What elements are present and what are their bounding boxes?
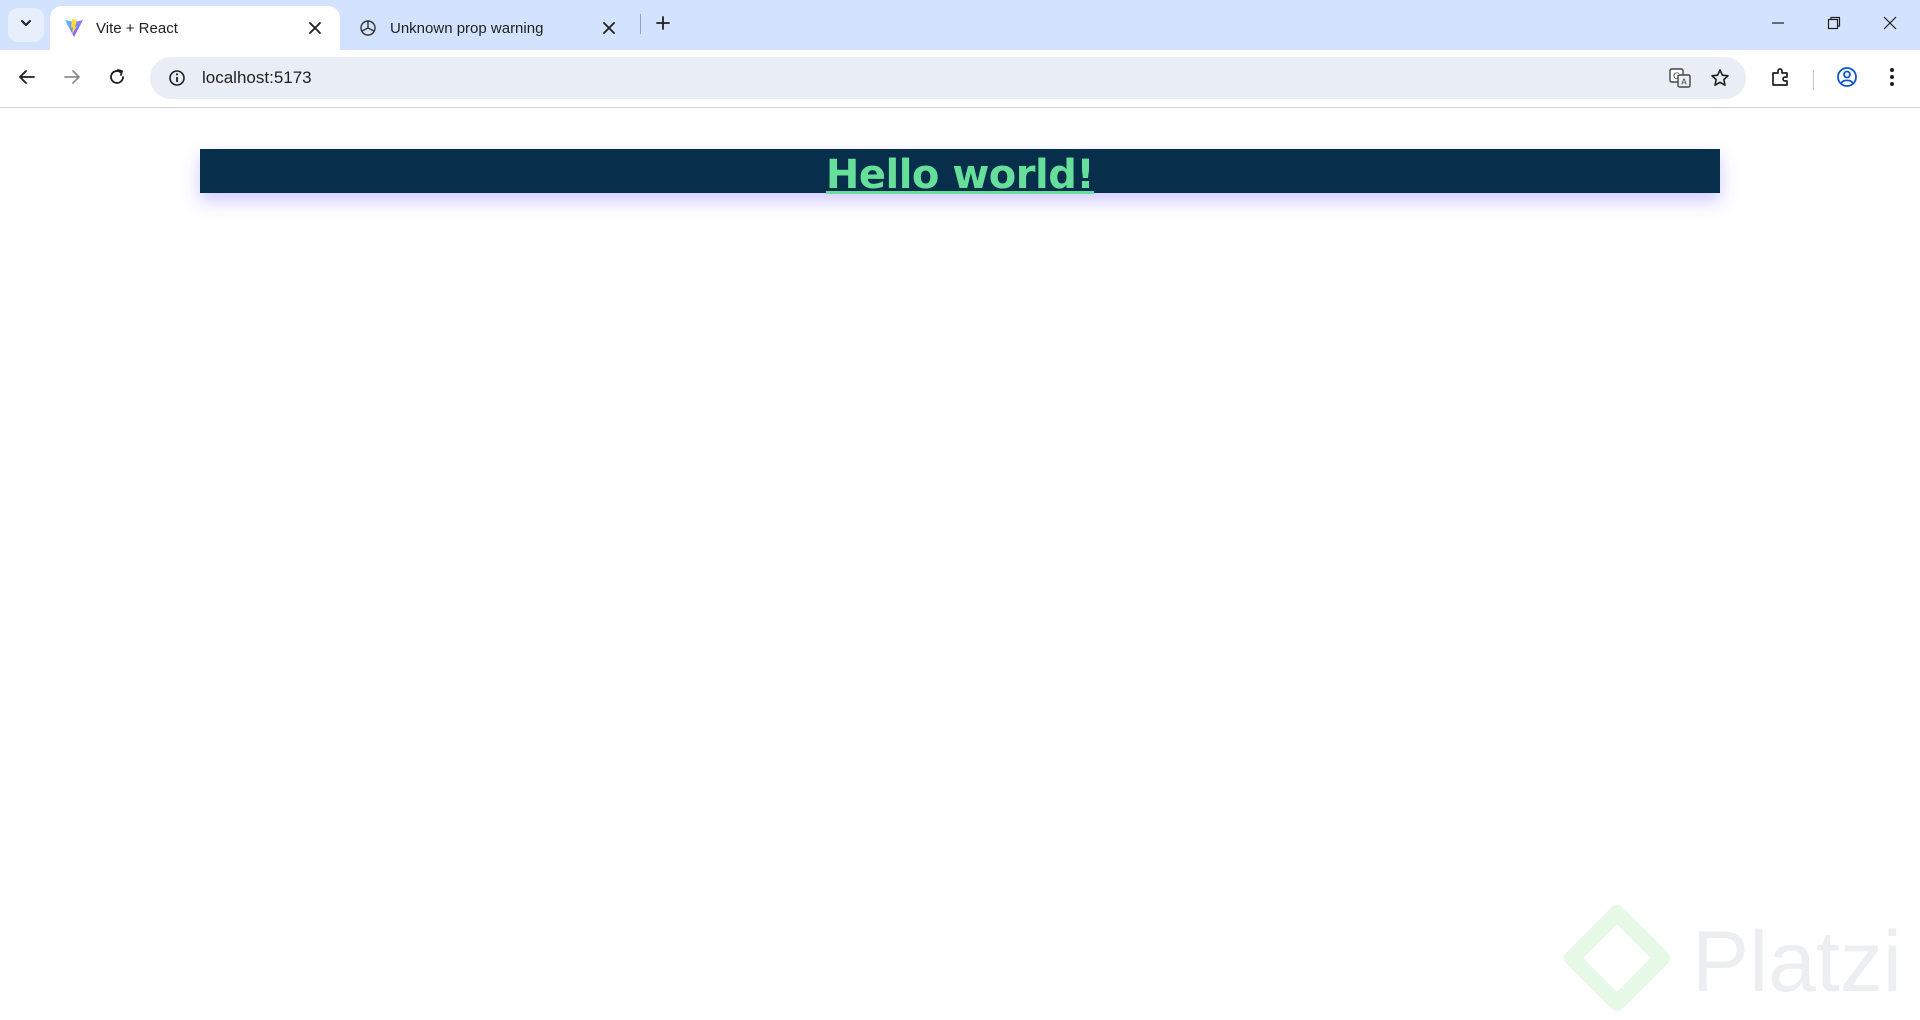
minimize-button[interactable] <box>1750 0 1806 50</box>
restore-icon <box>1827 16 1841 35</box>
close-tab-icon[interactable] <box>598 17 620 39</box>
platzi-watermark: Platzi <box>1562 905 1902 1020</box>
close-tab-icon[interactable] <box>304 17 326 39</box>
arrow-left-icon <box>18 68 36 91</box>
tab-vite-react[interactable]: Vite + React <box>50 6 340 50</box>
svg-text:A: A <box>1681 78 1687 87</box>
tab-title: Vite + React <box>96 19 178 37</box>
platzi-logo-icon <box>1562 905 1672 1020</box>
plus-icon <box>655 15 671 36</box>
translate-icon[interactable]: GA <box>1660 58 1700 98</box>
extensions-button[interactable] <box>1763 61 1799 97</box>
more-vert-icon <box>1889 67 1895 92</box>
bookmark-star-icon[interactable] <box>1700 58 1740 98</box>
tab-unknown-prop-warning[interactable]: Unknown prop warning <box>344 6 634 50</box>
back-button[interactable] <box>9 61 45 97</box>
site-info-icon[interactable] <box>156 57 198 99</box>
forward-button[interactable] <box>54 61 90 97</box>
url-text: localhost:5173 <box>202 68 312 87</box>
new-tab-button[interactable] <box>648 10 678 40</box>
profile-button[interactable] <box>1829 61 1865 97</box>
menu-button[interactable] <box>1874 61 1910 97</box>
reload-button[interactable] <box>99 61 135 97</box>
restore-button[interactable] <box>1806 0 1862 50</box>
tab-title: Unknown prop warning <box>390 19 544 37</box>
page-viewport: Hello world! Platzi <box>0 109 1920 1020</box>
toolbar-separator <box>1813 70 1814 90</box>
address-bar[interactable]: localhost:5173 GA <box>150 57 1746 99</box>
openai-logo-icon <box>358 18 378 38</box>
minimize-icon <box>1771 16 1785 35</box>
close-icon <box>1883 16 1897 35</box>
watermark-text: Platzi <box>1691 914 1902 1010</box>
puzzle-icon <box>1770 66 1792 93</box>
header-bar: Hello world! <box>200 149 1720 197</box>
reload-icon <box>108 68 126 91</box>
vite-logo-icon <box>64 18 84 38</box>
browser-toolbar: localhost:5173 GA <box>0 50 1920 108</box>
arrow-right-icon <box>63 68 81 91</box>
close-window-button[interactable] <box>1862 0 1918 50</box>
tab-separator <box>640 14 641 34</box>
account-circle-icon <box>1836 66 1858 93</box>
tab-strip: Vite + React Unknown prop warning <box>0 0 1920 50</box>
hello-world-heading[interactable]: Hello world! <box>826 153 1095 197</box>
tab-search-button[interactable] <box>8 8 44 42</box>
chevron-down-icon <box>19 16 33 35</box>
